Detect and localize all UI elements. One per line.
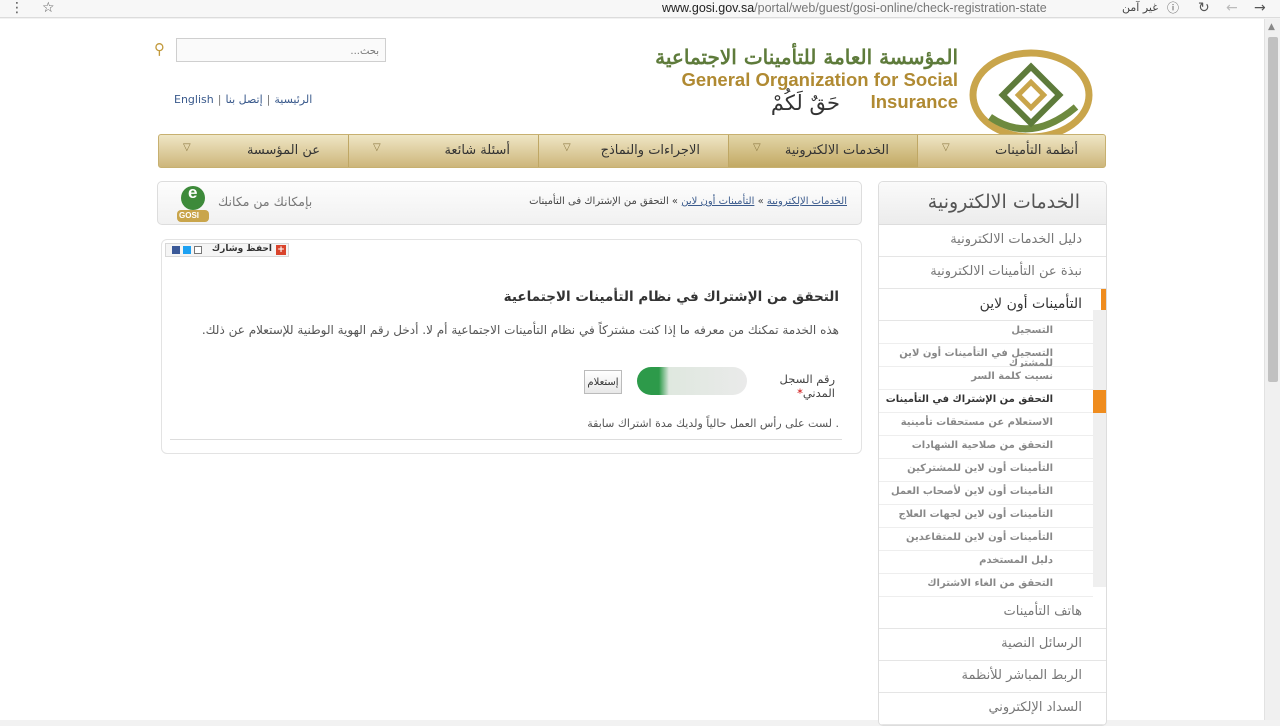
link-separator: | [217, 93, 222, 106]
email-icon[interactable] [194, 246, 202, 254]
chevron-down-icon: ▽ [942, 142, 950, 153]
submenu-gutter [1093, 310, 1106, 587]
breadcrumb-separator: » [757, 196, 764, 207]
menu-dots-icon[interactable]: ⋮ [10, 0, 24, 16]
bookmark-star-icon[interactable]: ☆ [42, 0, 55, 16]
sidebar-sub-benefits-inquiry[interactable]: الاستعلام عن مستحقات تأمينية [879, 413, 1093, 436]
sidebar-sub-cancel-check[interactable]: التحقق من الغاء الاشتراك [879, 574, 1093, 597]
sidebar-sub-employers[interactable]: التأمينات أون لاين لأصحاب العمل [879, 482, 1093, 505]
search-icon[interactable]: ⚲ [154, 40, 165, 58]
nav-label: أسئلة شائعة [444, 143, 510, 158]
back-arrow-icon[interactable]: → [1254, 0, 1266, 16]
gosi-logo-icon[interactable] [968, 47, 1094, 143]
org-title-arabic: المؤسسة العامة للتأمينات الاجتماعية [655, 45, 958, 69]
breadcrumb-e-services[interactable]: الخدمات الإلكترونية [767, 196, 847, 207]
inquiry-button[interactable]: إستعلام [584, 370, 622, 394]
sidebar-sub-medical[interactable]: التأمينات أون لاين لجهات العلاج [879, 505, 1093, 528]
org-slogan: حَقٌ لَكُمْ [770, 91, 840, 115]
search-box[interactable] [176, 38, 386, 63]
sidebar-item-sms[interactable]: الرسائل النصية [879, 629, 1106, 661]
web-page: المؤسسة العامة للتأمينات الاجتماعية Gene… [0, 19, 1264, 726]
sidebar-sub-check-subscription[interactable]: التحقق من الإشتراك في التأمينات [879, 390, 1093, 413]
reload-icon[interactable]: ↻ [1198, 0, 1210, 16]
scroll-up-icon[interactable]: ▲ [1268, 22, 1275, 32]
content-panel: + احفظ وشارك التحقق من الإشتراك في نظام … [161, 239, 862, 454]
address-bar[interactable]: www.gosi.gov.sa/portal/web/guest/gosi-on… [662, 1, 1047, 15]
sidebar-sub-subscriber-register[interactable]: التسجيل في التأمينات أون لاين للمشترك [879, 344, 1093, 369]
sidebar-sub-user-guide[interactable]: دليل المستخدم [879, 551, 1093, 574]
link-english[interactable]: English [174, 93, 214, 106]
civil-id-label: رقم السجل المدني* [765, 372, 835, 400]
page-scrollbar[interactable]: ▲ [1264, 19, 1280, 720]
plus-icon: + [276, 245, 286, 255]
sidebar-item-direct-link[interactable]: الربط المباشر للأنظمة [879, 661, 1106, 693]
service-note: . لست على رأس العمل حالياً ولديك مدة اشت… [587, 417, 839, 430]
chevron-down-icon: ▽ [373, 142, 381, 153]
nav-label: عن المؤسسة [246, 143, 320, 158]
nav-item-about[interactable]: عن المؤسسة ▽ [159, 135, 348, 167]
breadcrumb-online[interactable]: التأمينات أون لاين [681, 196, 754, 207]
twitter-icon[interactable] [183, 246, 191, 254]
civil-id-label-text: رقم السجل المدني [779, 372, 835, 400]
main-navigation: أنظمة التأمينات ▽ الخدمات الالكترونية ▽ ال… [158, 134, 1106, 168]
breadcrumb-current: التحقق من الإشتراك فى التأمينات [529, 196, 669, 207]
info-icon[interactable]: ⓘ [1167, 0, 1179, 16]
nav-label: الاجراءات والنماذج [600, 143, 700, 158]
search-input[interactable] [177, 40, 385, 63]
sidebar-sub-forgot-password[interactable]: نسيت كلمة السر [879, 367, 1093, 390]
share-widget[interactable]: + احفظ وشارك [165, 243, 289, 257]
sidebar-sub-register[interactable]: التسجيل [879, 321, 1093, 344]
sidebar-item-e-payment[interactable]: السداد الإلكتروني [879, 693, 1106, 725]
sidebar-sub-certificate-validity[interactable]: التحقق من صلاحية الشهادات [879, 436, 1093, 459]
link-contact[interactable]: إتصل بنا [225, 93, 262, 106]
egosi-e-letter: e [188, 183, 198, 202]
nav-label: الخدمات الالكترونية [784, 143, 889, 158]
sidebar-item-online-insurance[interactable]: التأمينات أون لاين [879, 289, 1106, 321]
nav-item-faq[interactable]: أسئلة شائعة ▽ [348, 135, 538, 167]
top-links: English | إتصل بنا | الرئيسية [174, 93, 312, 106]
scrollbar-thumb[interactable] [1268, 37, 1278, 382]
sidebar-item-phone[interactable]: هاتف التأمينات [879, 597, 1106, 629]
nav-item-insurance-systems[interactable]: أنظمة التأمينات ▽ [917, 135, 1106, 167]
url-domain: www.gosi.gov.sa [662, 1, 755, 15]
e-slogan: بإمكانك من مكانك [218, 194, 313, 209]
sidebar-title: الخدمات الالكترونية [879, 182, 1106, 225]
sidebar-sub-retirees[interactable]: التأمينات أون لاين للمتقاعدين [879, 528, 1093, 551]
sidebar-item-about-e-insurance[interactable]: نبذة عن التأمينات الالكترونية [879, 257, 1106, 289]
divider [170, 439, 842, 440]
sidebar: الخدمات الالكترونية دليل الخدمات الالكتر… [878, 181, 1107, 726]
service-description: هذه الخدمة تمكنك من معرفه ما إذا كنت مشت… [201, 323, 839, 337]
egosi-text: GOSI [179, 211, 200, 220]
active-marker [1093, 390, 1106, 413]
nav-item-e-services[interactable]: الخدمات الالكترونية ▽ [728, 135, 917, 167]
chevron-down-icon: ▽ [753, 142, 761, 153]
civil-id-input[interactable] [637, 367, 747, 395]
security-label[interactable]: غير آمن [1122, 1, 1158, 14]
link-home[interactable]: الرئيسية [274, 93, 312, 106]
nav-label: أنظمة التأمينات [995, 143, 1078, 158]
breadcrumb-separator: » [671, 196, 679, 207]
sidebar-sub-subscribers[interactable]: التأمينات أون لاين للمشتركين [879, 459, 1093, 482]
chevron-down-icon: ▽ [563, 142, 571, 153]
facebook-icon[interactable] [172, 246, 180, 254]
breadcrumb-bar: الخدمات الإلكترونية » التأمينات أون لاين… [157, 181, 862, 225]
breadcrumb: الخدمات الإلكترونية » التأمينات أون لاين… [529, 196, 847, 207]
link-separator: | [266, 93, 271, 106]
browser-toolbar: ⋮ ☆ www.gosi.gov.sa/portal/web/guest/gos… [0, 0, 1280, 18]
page-title: التحقق من الإشتراك في نظام التأمينات الا… [503, 289, 839, 305]
share-label: احفظ وشارك [211, 244, 272, 254]
nav-item-procedures-forms[interactable]: الاجراءات والنماذج ▽ [538, 135, 728, 167]
forward-arrow-icon[interactable]: ← [1226, 0, 1238, 16]
chevron-down-icon: ▽ [183, 142, 191, 153]
sidebar-item-services-guide[interactable]: دليل الخدمات الالكترونية [879, 225, 1106, 257]
url-path: /portal/web/guest/gosi-online/check-regi… [754, 1, 1047, 15]
